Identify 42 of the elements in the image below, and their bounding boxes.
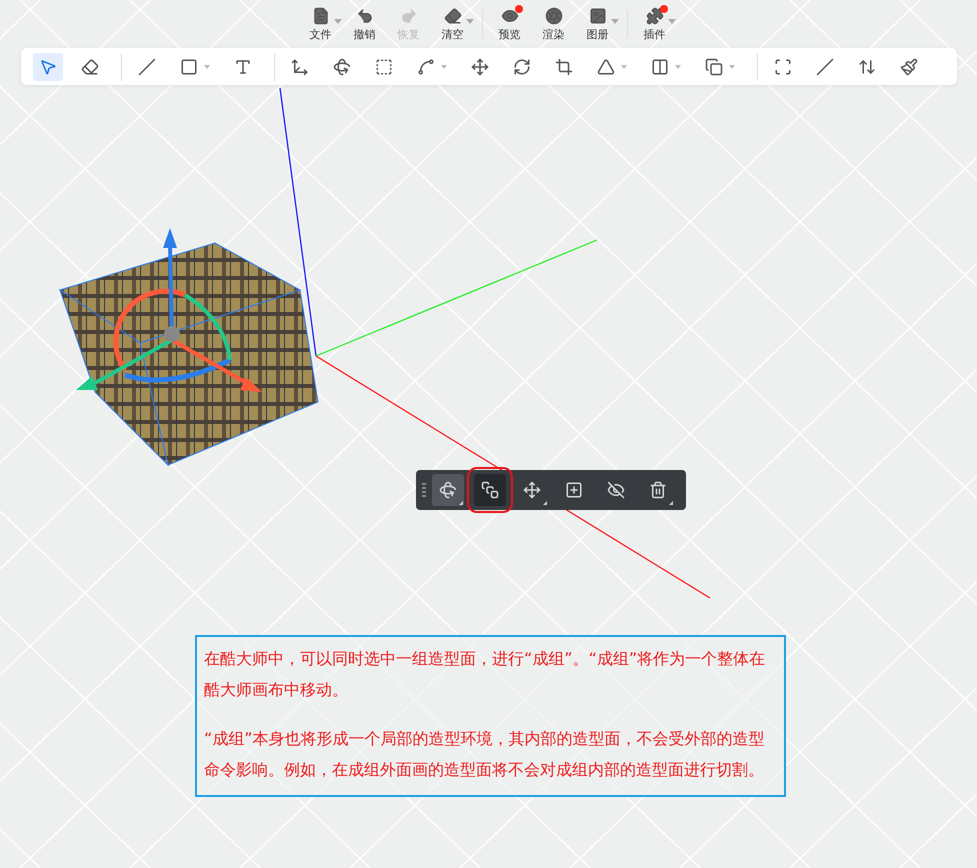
eraser-icon [80, 58, 98, 76]
crop-icon [554, 58, 572, 76]
delete-icon [649, 481, 667, 499]
redo-icon [400, 6, 418, 24]
toolbar-button[interactable] [432, 474, 464, 506]
dashed-square-icon [374, 58, 392, 76]
move-icon [523, 481, 541, 499]
menu-item[interactable]: 撤销 [346, 2, 386, 46]
file-icon [312, 6, 330, 24]
eraser-icon [444, 6, 462, 24]
menu-item[interactable]: 预览 [490, 2, 530, 46]
rotate-icon [332, 58, 350, 76]
rotate-icon [439, 481, 457, 499]
copy-icon [704, 58, 722, 76]
move-icon [470, 58, 488, 76]
menu-item[interactable]: 文件 [302, 2, 342, 46]
group-icon [481, 481, 499, 499]
note-paragraph: “成组”本身也将形成一个局部的造型环境，其内部的造型面，不会受外部的造型命令影响。例如，在成组外面画的造型面将不会对成组内部的造型面进行切割。 [204, 728, 766, 781]
square-icon [180, 58, 198, 76]
aperture-icon [544, 6, 562, 24]
pointer-icon [38, 58, 56, 76]
duplicate-icon [565, 481, 583, 499]
text-icon [234, 58, 252, 76]
columns-icon [650, 58, 668, 76]
rotate-icon [512, 58, 530, 76]
line-icon [816, 58, 834, 76]
tool-button[interactable] [32, 52, 62, 80]
hide-icon [607, 481, 625, 499]
curve-icon [416, 58, 434, 76]
puzzle-icon [646, 6, 664, 24]
image-icon [588, 6, 606, 24]
menu-item[interactable]: 渲染 [534, 2, 574, 46]
toolbar-button[interactable] [474, 474, 506, 506]
undo-icon [356, 6, 374, 24]
menu-item[interactable]: 插件 [636, 2, 676, 46]
line-icon [138, 58, 156, 76]
scan-icon [774, 58, 792, 76]
menu-item[interactable]: 图册 [578, 2, 618, 46]
paintbrush-icon [900, 58, 918, 76]
drag-handle[interactable] [422, 483, 426, 497]
menu-item[interactable]: 清空 [434, 2, 474, 46]
note-paragraph: 在酷大师中，可以同时选中一组造型面，进行“成组”。“成组”将作为一个整体在酷大师画布中移动。 [204, 648, 766, 701]
